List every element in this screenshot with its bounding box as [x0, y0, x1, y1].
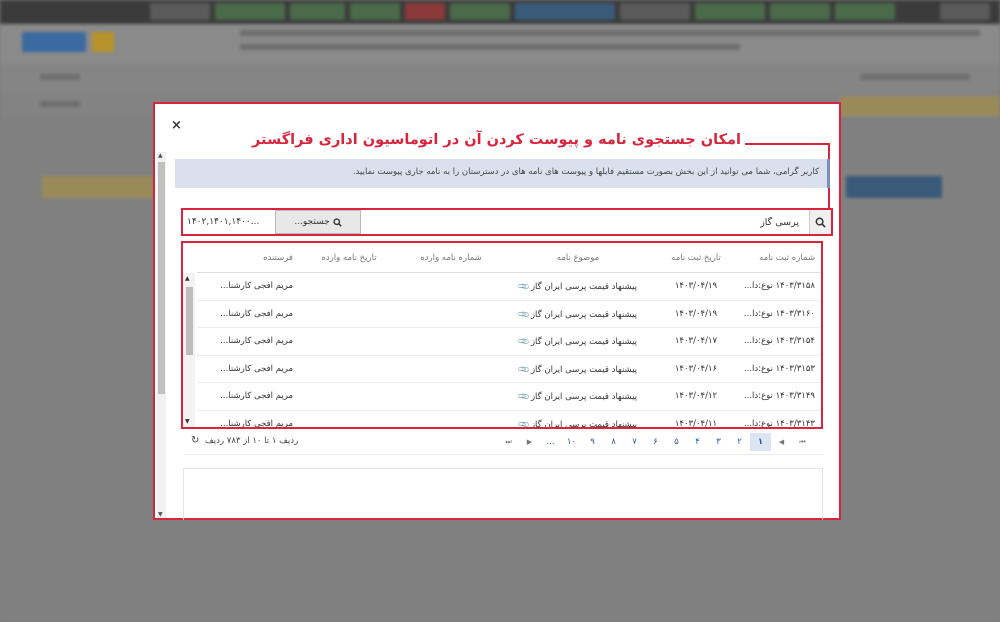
scroll-thumb[interactable]	[186, 287, 193, 355]
page-link[interactable]: ۸	[603, 433, 624, 451]
letter-date: ۱۴۰۳/۰۴/۱۷	[674, 336, 718, 346]
pagination: ↻ ردیف ۱ تا ۱۰ از ۷۸۳ ردیف ⏮ ◀ ۱ ۲ ۳ ۴ ۵…	[185, 429, 823, 455]
attach-letter-dialog: × ▲ ▼ امکان جستجوی نامه و پیوست کردن آن …	[153, 102, 841, 520]
page-link[interactable]: ۶	[645, 433, 666, 451]
page-ellipsis[interactable]: ...	[540, 433, 561, 451]
column-header[interactable]: فرستنده	[197, 243, 299, 272]
page-link[interactable]: ۷	[624, 433, 645, 451]
sender: مریم افجی کارشنا...	[220, 281, 293, 291]
column-header[interactable]: تاریخ ثبت نامه	[653, 243, 739, 272]
dialog-scrollbar[interactable]: ▲ ▼	[157, 152, 166, 518]
incoming-number	[399, 356, 503, 383]
incoming-date	[299, 383, 399, 410]
letter-number: ۱۴۰۳/۳۱۶۰ نوع:داخ...	[739, 308, 815, 319]
column-header[interactable]: موضوع نامه	[503, 243, 653, 272]
search-button[interactable]: جستجو...	[275, 210, 361, 234]
incoming-number	[399, 328, 503, 355]
feature-headline: امکان جستجوی نامه و پیوست کردن آن در اتو…	[252, 132, 835, 223]
letter-number: ۱۴۰۳/۳۱۴۹ نوع:دا...	[743, 391, 815, 401]
table-row[interactable]: ۱۴۰۳/۳۱۴۹ نوع:دا... ۱۴۰۳/۰۴/۱۲ پیشنهاد ق…	[197, 383, 821, 411]
scroll-up-arrow-icon[interactable]: ▲	[185, 275, 190, 282]
close-icon[interactable]: ×	[171, 118, 182, 133]
table-row[interactable]: ۱۴۰۳/۳۱۴۳ نوع:دا... ۱۴۰۳/۰۴/۱۱ پیشنهاد ق…	[197, 411, 821, 429]
letter-subject: پیشنهاد قیمت پرسی ایران گاز📎	[503, 383, 653, 410]
scroll-up-arrow-icon[interactable]: ▲	[158, 152, 163, 159]
scroll-down-arrow-icon[interactable]: ▼	[185, 418, 190, 425]
column-header[interactable]: تاریخ نامه وارده	[299, 243, 399, 272]
pagination-info: ردیف ۱ تا ۱۰ از ۷۸۳ ردیف	[205, 436, 299, 446]
next-page-icon[interactable]: ▶	[519, 433, 540, 451]
table-row[interactable]: ۱۴۰۳/۳۱۵۳ نوع:دا... ۱۴۰۳/۰۴/۱۶ پیشنهاد ق…	[197, 356, 821, 383]
letter-number: ۱۴۰۳/۳۱۵۸ نوع:دا...	[743, 281, 815, 291]
search-button-label: جستجو...	[294, 217, 330, 227]
letter-number: ۱۴۰۳/۳۱۵۳ نوع:دا...	[743, 363, 815, 374]
letter-subject: پیشنهاد قیمت پرسی ایران گاز📎	[503, 273, 653, 300]
table-row[interactable]: ۱۴۰۳/۳۱۵۴ نوع:دا... ۱۴۰۳/۰۴/۱۷ پیشنهاد ق…	[197, 328, 821, 356]
search-bar: جستجو... ۱۴۰۲,۱۴۰۱,۱۴۰۰...	[181, 208, 833, 236]
search-icon	[333, 217, 342, 227]
letter-subject: پیشنهاد قیمت پرسی ایران گاز📎	[503, 301, 653, 328]
incoming-date	[299, 301, 399, 328]
letter-subject: پیشنهاد قیمت پرسی ایران گاز📎	[503, 356, 653, 383]
first-page-icon[interactable]: ⏮	[792, 433, 813, 451]
page-link[interactable]: ۹	[582, 433, 603, 451]
callout-line	[745, 143, 829, 145]
incoming-date	[299, 356, 399, 383]
prev-page-icon[interactable]: ◀	[771, 433, 792, 451]
search-icon[interactable]	[809, 210, 831, 234]
incoming-date	[299, 411, 399, 428]
scroll-down-arrow-icon[interactable]: ▼	[158, 511, 163, 518]
page-link[interactable]: ۲	[729, 433, 750, 451]
letter-date: ۱۴۰۳/۰۴/۱۱	[674, 418, 718, 429]
background-topbar	[0, 0, 1000, 24]
table-row[interactable]: ۱۴۰۳/۳۱۵۸ نوع:دا... ۱۴۰۳/۰۴/۱۹ پیشنهاد ق…	[197, 273, 821, 301]
letter-number: ۱۴۰۳/۳۱۵۴ نوع:دا...	[743, 336, 815, 346]
headline-text: امکان جستجوی نامه و پیوست کردن آن در اتو…	[252, 132, 741, 148]
sender: مریم افجی کارشنا...	[220, 336, 293, 346]
letter-date: ۱۴۰۳/۰۴/۱۹	[674, 308, 718, 319]
incoming-number	[399, 383, 503, 410]
sender: مریم افجی کارشنا...	[220, 363, 293, 374]
refresh-icon[interactable]: ↻	[191, 435, 199, 446]
letters-table: ▲ ▼ شماره ثبت نامه تاریخ ثبت نامه موضوع …	[181, 241, 823, 429]
scroll-thumb[interactable]	[158, 162, 165, 394]
incoming-number	[399, 411, 503, 428]
page-link[interactable]: ۳	[708, 433, 729, 451]
incoming-date	[299, 328, 399, 355]
incoming-number	[399, 301, 503, 328]
letter-date: ۱۴۰۳/۰۴/۱۲	[674, 391, 718, 401]
letter-number: ۱۴۰۳/۳۱۴۳ نوع:دا...	[743, 418, 815, 429]
incoming-date	[299, 273, 399, 300]
letter-date: ۱۴۰۳/۰۴/۱۹	[674, 281, 718, 291]
sender: مریم افجی کارشنا...	[220, 308, 293, 319]
page-link[interactable]: ۴	[687, 433, 708, 451]
letter-subject: پیشنهاد قیمت پرسی ایران گاز📎	[503, 411, 653, 427]
last-page-icon[interactable]: ⏭	[498, 433, 519, 451]
background-toolbar	[0, 24, 1000, 64]
page-list: ⏮ ◀ ۱ ۲ ۳ ۴ ۵ ۶ ۷ ۸ ۹ ۱۰ ... ▶ ⏭	[498, 433, 813, 451]
attachments-panel	[183, 468, 823, 520]
page-link[interactable]: ۵	[666, 433, 687, 451]
sender: مریم افجی کارشنا...	[220, 418, 293, 429]
table-row[interactable]: ۱۴۰۳/۳۱۶۰ نوع:داخ... ۱۴۰۳/۰۴/۱۹ پیشنهاد …	[197, 301, 821, 328]
column-header[interactable]: شماره ثبت نامه	[739, 243, 821, 272]
table-scrollbar[interactable]: ▲ ▼	[183, 273, 195, 427]
table-header: شماره ثبت نامه تاریخ ثبت نامه موضوع نامه…	[197, 243, 821, 273]
search-input[interactable]	[481, 210, 809, 234]
page-link[interactable]: ۱۰	[561, 433, 582, 451]
year-filter[interactable]: ۱۴۰۲,۱۴۰۱,۱۴۰۰...	[187, 210, 273, 234]
page-link-active[interactable]: ۱	[750, 433, 771, 451]
incoming-number	[399, 273, 503, 300]
sender: مریم افجی کارشنا...	[220, 391, 293, 401]
letter-subject: پیشنهاد قیمت پرسی ایران گاز📎	[503, 328, 653, 355]
column-header[interactable]: شماره نامه وارده	[399, 243, 503, 272]
letter-date: ۱۴۰۳/۰۴/۱۶	[674, 363, 718, 374]
table-grid: شماره ثبت نامه تاریخ ثبت نامه موضوع نامه…	[197, 243, 821, 427]
background-row	[0, 64, 1000, 90]
info-message: کاربر گرامی، شما می توانید از این بخش بص…	[175, 159, 830, 188]
